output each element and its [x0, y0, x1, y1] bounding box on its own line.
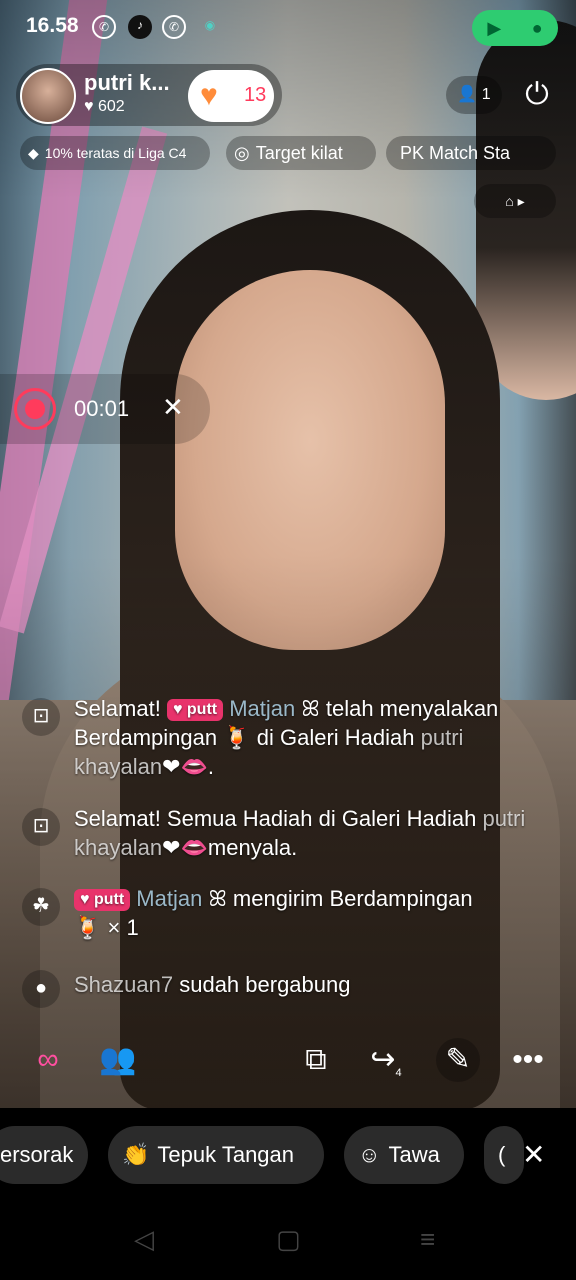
chat-end: . [207, 754, 215, 779]
chat-username[interactable]: Matjan [136, 886, 202, 911]
status-time: 16.58 [26, 14, 79, 37]
system-nav-bar: ◁ ▢ ≡ [0, 1204, 576, 1280]
effects-icon[interactable]: ⧉ [294, 1038, 338, 1082]
reaction-cheer-chip[interactable]: ersorak [0, 1126, 88, 1184]
laugh-emoji-icon: ☺ [358, 1142, 381, 1167]
fan-badge-text: putt [186, 701, 218, 718]
reaction-laugh-label: Tawa [388, 1142, 440, 1167]
reaction-clap-chip[interactable]: 👏 Tepuk Tangan [108, 1126, 324, 1184]
chat-text: Selamat! ♥ putt Matjan ꕤ telah menyalaka… [74, 694, 554, 781]
partial-reaction-icon: ( [498, 1142, 506, 1167]
guests-icon[interactable]: 👥 [96, 1038, 140, 1082]
viewer-count-button[interactable]: 👤 1 [446, 76, 502, 114]
host-likes: ♥ 602 [84, 98, 125, 116]
video-camera-icon: ▶ [487, 17, 502, 38]
diamond-icon: ◆ [28, 145, 39, 161]
close-reactions-icon[interactable]: ✕ [522, 1138, 545, 1171]
reaction-cheer-label: ersorak [0, 1142, 74, 1167]
gift-box-icon: ⊡ [22, 698, 60, 736]
group-icon: ꕤ [208, 886, 227, 911]
play-icon: ▸ [517, 193, 525, 209]
chat-username[interactable]: Shazuan7 [74, 972, 173, 997]
more-icon[interactable]: ••• [506, 1038, 550, 1082]
host-name: putri k... [84, 70, 170, 95]
home-icon[interactable]: ▢ [276, 1224, 301, 1255]
heart-emoji-icon: ❤ [162, 754, 181, 779]
host-likes-count: 602 [97, 98, 125, 115]
user-avatar-icon[interactable]: ☘ [22, 888, 60, 926]
chat-text: ♥ putt Matjan ꕤ mengirim Berdampingan 🍹 … [74, 884, 554, 942]
record-dot-icon[interactable] [14, 388, 56, 430]
chat-body: sudah bergabung [179, 972, 351, 997]
whatsapp-icon: ✆ [92, 15, 116, 39]
host-info-card[interactable]: putri k... ♥ 602 ♥ 13 [16, 64, 282, 126]
magic-wand-icon[interactable]: ✎ [436, 1038, 480, 1082]
reaction-more-chip[interactable]: ( [484, 1126, 524, 1184]
camera-icon: ⌂ [505, 193, 514, 209]
host-avatar[interactable] [20, 68, 76, 124]
person-icon: 👤 [457, 86, 478, 103]
lips-emoji-icon: 👄 [180, 754, 208, 779]
fan-badge: ♥ putt [74, 889, 131, 911]
chat-body: mengirim Berdampingan [232, 886, 473, 911]
action-bar: ∞ 👥 ⧉ ↪4 ✎ ••• [0, 1036, 576, 1084]
power-end-live-icon[interactable]: ⏻ [520, 78, 554, 112]
gift-heart-button[interactable]: ♥ 13 [188, 70, 274, 122]
gift-box-icon: ⊡ [22, 808, 60, 846]
chat-text: Shazuan7 sudah bergabung [74, 970, 554, 999]
reaction-bar: ersorak 👏 Tepuk Tangan ☺ Tawa ( ✕ [0, 1108, 576, 1204]
recording-timer: 00:01 ✕ [0, 374, 210, 444]
gift-count: 13 [244, 84, 267, 106]
chat-text: Selamat! Semua Hadiah di Galeri Hadiah p… [74, 804, 554, 862]
share-icon[interactable]: ↪4 [364, 1038, 408, 1082]
pk-text: PK Match Sta [400, 143, 511, 163]
target-text: Target kilat [255, 143, 343, 163]
back-icon[interactable]: ◁ [134, 1224, 154, 1255]
target-icon: ◎ [234, 143, 250, 163]
chat-prefix: Selamat! [74, 696, 161, 721]
group-icon: ꕤ [301, 696, 320, 721]
gift-count-text: × 1 [107, 915, 139, 940]
clap-icon: 👏 [122, 1142, 150, 1167]
chat-suffix: di Galeri Hadiah [256, 725, 415, 750]
user-avatar-icon[interactable]: ● [22, 970, 60, 1008]
reaction-clap-label: Tepuk Tangan [157, 1142, 295, 1167]
chat-end: menyala. [207, 835, 298, 860]
chat-body: Selamat! Semua Hadiah di Galeri Hadiah [74, 806, 477, 831]
league-rank-text: 10% teratas di Liga C4 [44, 145, 187, 161]
chat-username[interactable]: Matjan [229, 696, 295, 721]
camera-switch-pill[interactable]: ⌂ ▸ [474, 184, 556, 218]
league-rank-pill[interactable]: ◆ 10% teratas di Liga C4 [20, 136, 210, 170]
tiktok-icon: ♪ [128, 15, 152, 39]
reaction-laugh-chip[interactable]: ☺ Tawa [344, 1126, 464, 1184]
orange-heart-icon: ♥ [200, 79, 218, 112]
lips-emoji-icon: 👄 [180, 835, 208, 860]
status-bar: 16.58 ✆ ♪ ✆ ◉ ▶ ● [0, 0, 576, 54]
whatsapp-icon-2: ✆ [162, 15, 186, 39]
heart-small-icon: ♥ [84, 98, 94, 115]
link-icon[interactable]: ∞ [26, 1038, 70, 1082]
close-recording-icon[interactable]: ✕ [162, 392, 184, 423]
fan-badge-text: putt [93, 891, 125, 908]
app-notification-icon: ◉ [204, 18, 216, 32]
fan-badge: ♥ putt [166, 699, 224, 721]
viewer-count: 1 [481, 86, 491, 103]
target-pill[interactable]: ◎ Target kilat [226, 136, 376, 170]
gift-emoji-icon: 🍹 [223, 725, 251, 750]
screen-recording-indicator[interactable]: ▶ ● [472, 10, 558, 46]
share-count: 4 [395, 1067, 402, 1079]
microphone-icon: ● [531, 17, 543, 38]
pk-match-pill[interactable]: PK Match Sta [386, 136, 556, 170]
recents-icon[interactable]: ≡ [420, 1224, 435, 1255]
recording-time: 00:01 [74, 396, 130, 421]
gift-emoji-icon: 🍹 [74, 915, 102, 940]
heart-emoji-icon: ❤ [162, 835, 181, 860]
